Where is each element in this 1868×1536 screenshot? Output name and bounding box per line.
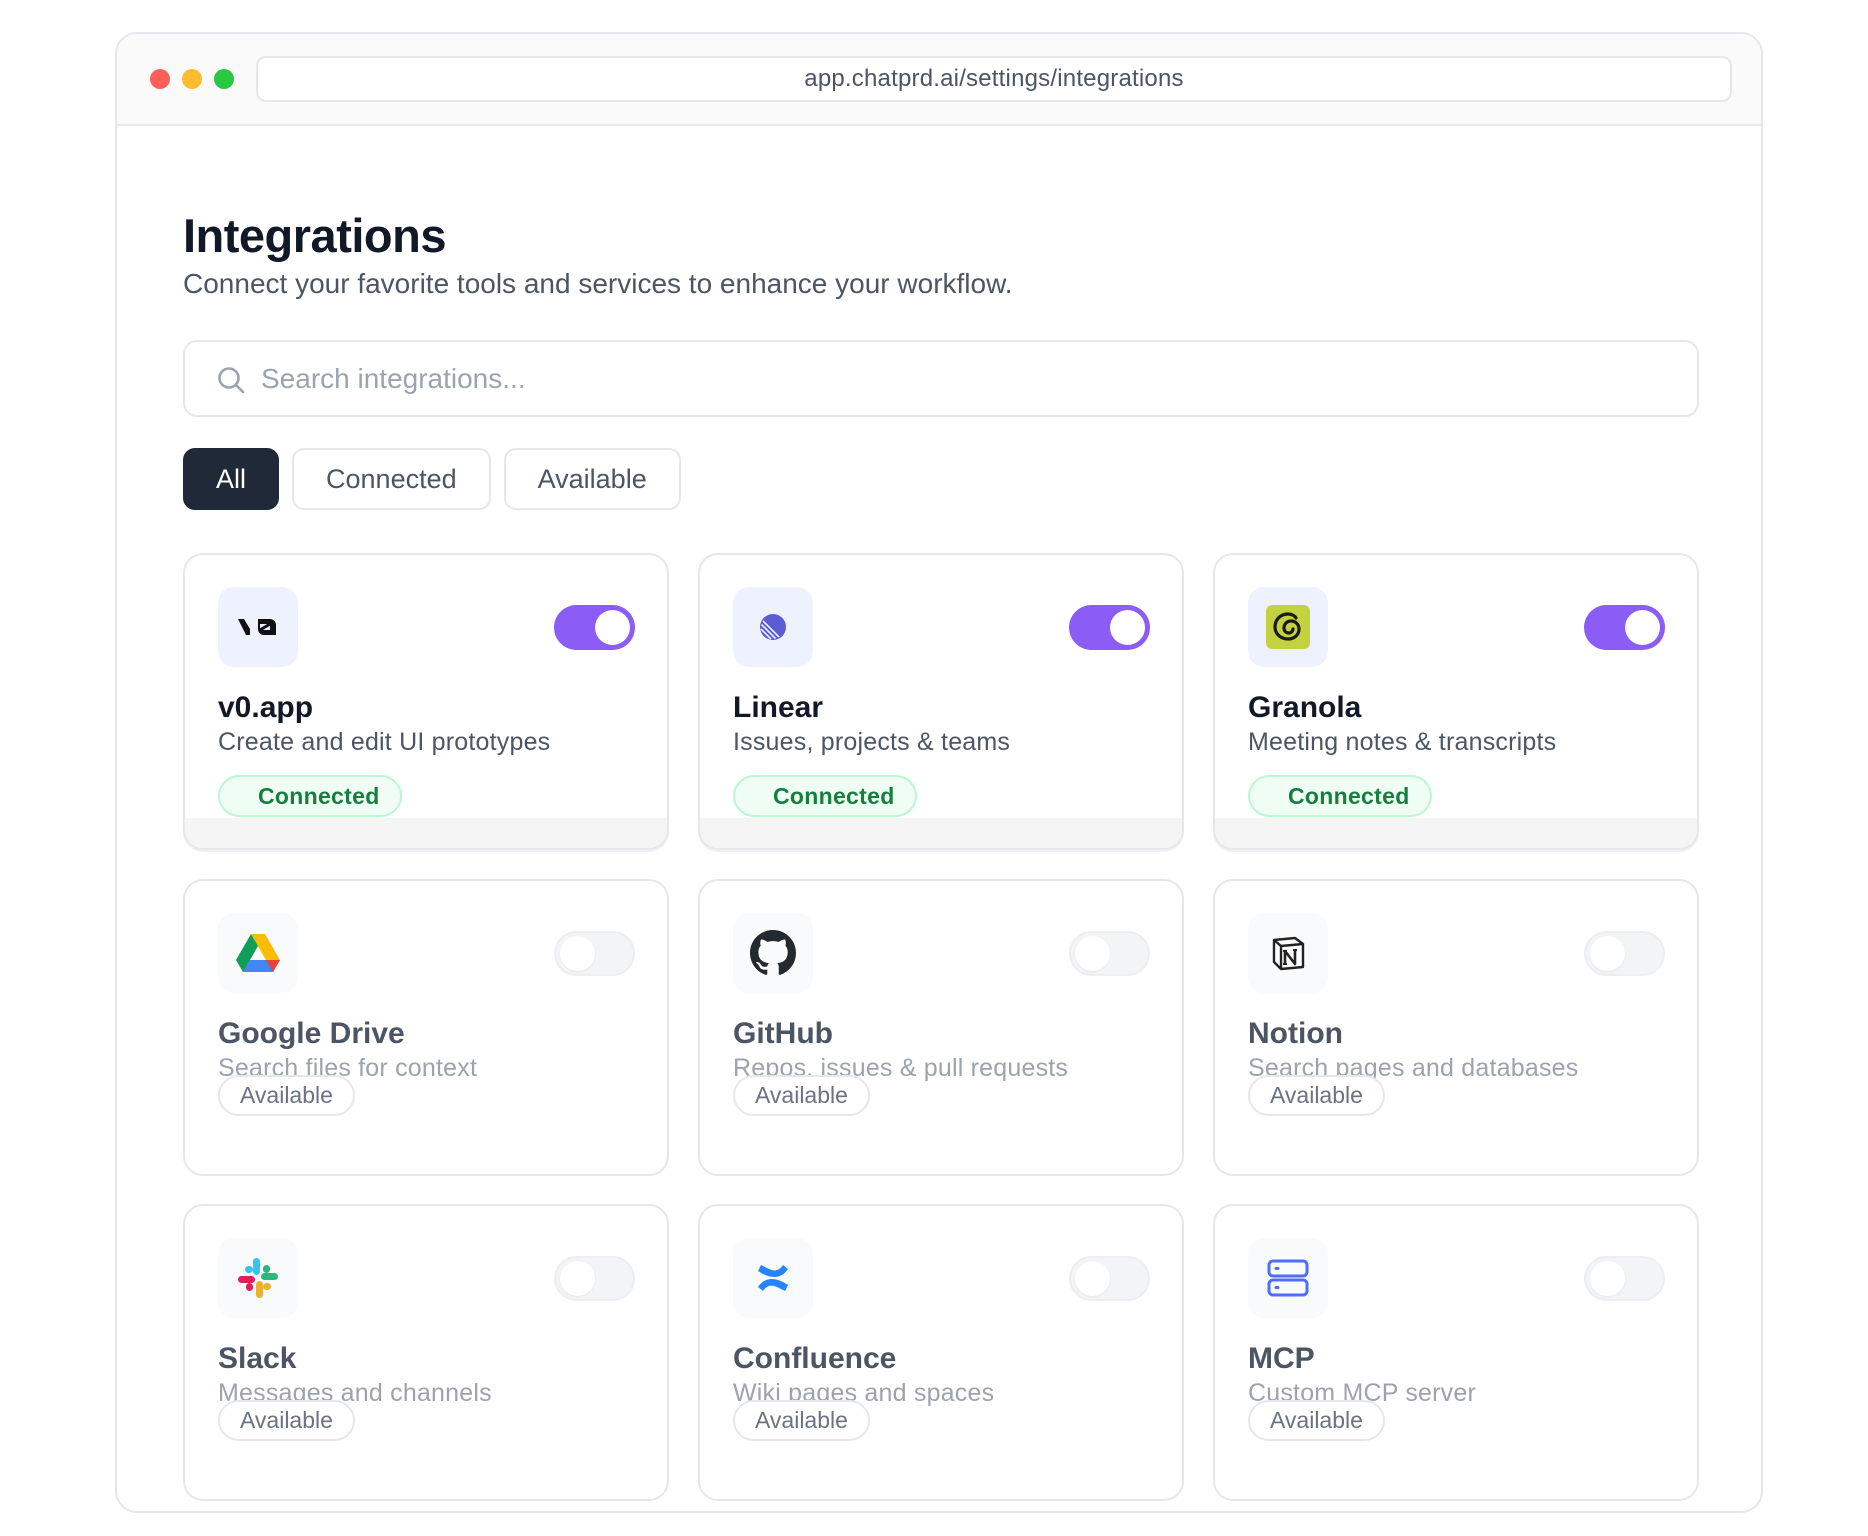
toggle-knob: [1075, 936, 1110, 971]
integration-card-granola[interactable]: Granola Meeting notes & transcripts Conn…: [1213, 553, 1699, 850]
search-box: [183, 340, 1699, 417]
integration-card-github[interactable]: GitHub Repos, issues & pull requests Ava…: [698, 879, 1184, 1176]
github-enable-toggle[interactable]: [1069, 931, 1150, 976]
linear-logo-icon: [733, 587, 813, 667]
toggle-knob: [1110, 610, 1145, 645]
integration-card-google-drive[interactable]: Google Drive Search files for context Av…: [183, 879, 669, 1176]
status-badge: Available: [1248, 1075, 1385, 1116]
slack-logo-icon: [218, 1238, 298, 1318]
integration-card-v0[interactable]: v0.app Create and edit UI prototypes Con…: [183, 553, 669, 850]
maximize-window-dot[interactable]: [214, 69, 234, 89]
status-badge: Connected: [218, 775, 402, 817]
linear-enable-toggle[interactable]: [1069, 605, 1150, 650]
integration-description: Issues, projects & teams: [733, 728, 1011, 756]
confluence-enable-toggle[interactable]: [1069, 1256, 1150, 1301]
status-badge: Available: [733, 1075, 870, 1116]
filter-connected-button[interactable]: Connected: [292, 448, 491, 510]
mcp-enable-toggle[interactable]: [1584, 1256, 1665, 1301]
toggle-knob: [1625, 610, 1660, 645]
notion-enable-toggle[interactable]: [1584, 931, 1665, 976]
integration-name: Slack: [218, 1342, 297, 1375]
search-icon: [216, 365, 246, 395]
google-drive-logo-icon: [218, 913, 298, 993]
status-badge: Available: [733, 1400, 870, 1441]
minimize-window-dot[interactable]: [182, 69, 202, 89]
integration-name: Granola: [1248, 691, 1362, 724]
integration-card-notion[interactable]: Notion Search pages and databases Availa…: [1213, 879, 1699, 1176]
page-subtitle: Connect your favorite tools and services…: [183, 268, 1013, 299]
integration-name: GitHub: [733, 1017, 833, 1050]
integration-description: Meeting notes & transcripts: [1248, 728, 1557, 756]
filter-available-button[interactable]: Available: [503, 448, 681, 510]
v0-logo-icon: [218, 587, 298, 667]
status-badge: Connected: [1248, 775, 1432, 817]
notion-logo-icon: [1248, 913, 1328, 993]
integration-card-confluence[interactable]: Confluence Wiki pages and spaces Availab…: [698, 1204, 1184, 1501]
integration-name: Confluence: [733, 1342, 897, 1375]
toggle-knob: [560, 1261, 595, 1296]
toggle-knob: [560, 936, 595, 971]
filter-tabs: All Connected Available: [183, 448, 681, 510]
integration-name: Linear: [733, 691, 824, 724]
browser-window: app.chatprd.ai/settings/integrations Int…: [115, 32, 1763, 1513]
integration-card-mcp[interactable]: MCP Custom MCP server Available: [1213, 1204, 1699, 1501]
integration-name: Google Drive: [218, 1017, 405, 1050]
integration-name: Notion: [1248, 1017, 1343, 1050]
address-bar-url: app.chatprd.ai/settings/integrations: [804, 65, 1184, 92]
browser-titlebar: app.chatprd.ai/settings/integrations: [117, 34, 1761, 126]
close-window-dot[interactable]: [150, 69, 170, 89]
mcp-server-icon: [1248, 1238, 1328, 1318]
v0-enable-toggle[interactable]: [554, 605, 635, 650]
filter-all-button[interactable]: All: [183, 448, 280, 510]
google-drive-enable-toggle[interactable]: [554, 931, 635, 976]
integration-card-linear[interactable]: Linear Issues, projects & teams Connecte…: [698, 553, 1184, 850]
status-badge: Available: [1248, 1400, 1385, 1441]
integration-description: Create and edit UI prototypes: [218, 728, 551, 756]
toggle-knob: [595, 610, 630, 645]
status-badge: Available: [218, 1075, 355, 1116]
github-logo-icon: [733, 913, 813, 993]
integration-name: v0.app: [218, 691, 314, 724]
toggle-knob: [1590, 936, 1625, 971]
granola-enable-toggle[interactable]: [1584, 605, 1665, 650]
toggle-knob: [1590, 1261, 1625, 1296]
confluence-logo-icon: [733, 1238, 813, 1318]
status-badge: Available: [218, 1400, 355, 1441]
granola-logo-icon: [1248, 587, 1328, 667]
slack-enable-toggle[interactable]: [554, 1256, 635, 1301]
toggle-knob: [1075, 1261, 1110, 1296]
address-bar[interactable]: app.chatprd.ai/settings/integrations: [256, 56, 1732, 102]
integration-card-slack[interactable]: Slack Messages and channels Available: [183, 1204, 669, 1501]
search-input[interactable]: [261, 354, 1661, 404]
page-title: Integrations: [183, 209, 446, 262]
integration-name: MCP: [1248, 1342, 1315, 1375]
status-badge: Connected: [733, 775, 917, 817]
